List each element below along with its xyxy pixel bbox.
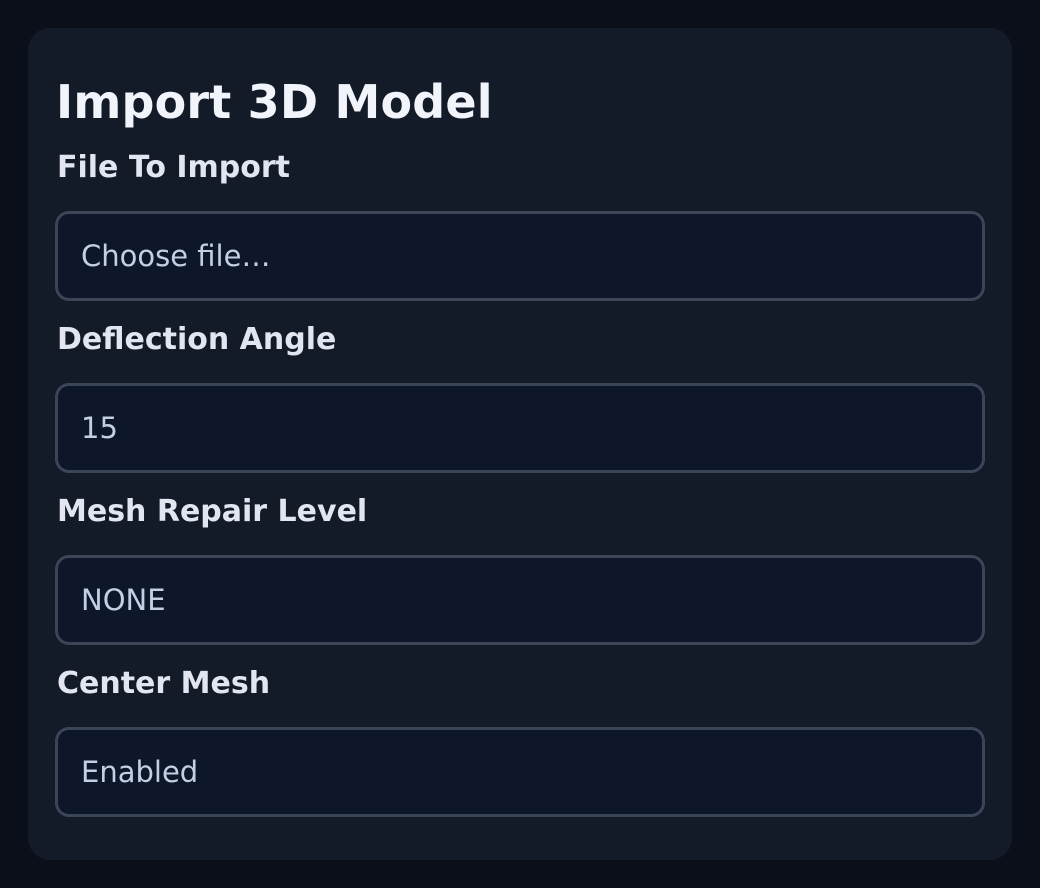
center-mesh-select[interactable]: Enabled xyxy=(55,727,985,817)
dialog-title: Import 3D Model xyxy=(56,75,493,129)
file-to-import-label: File To Import xyxy=(57,150,291,185)
deflection-angle-label: Deflection Angle xyxy=(57,322,337,357)
mesh-repair-level-select[interactable]: NONE xyxy=(55,555,985,645)
import-3d-model-panel: Import 3D Model File To Import Choose fi… xyxy=(28,28,1012,860)
deflection-angle-input[interactable]: 15 xyxy=(55,383,985,473)
file-to-import-picker[interactable]: Choose file… xyxy=(55,211,985,301)
mesh-repair-level-label: Mesh Repair Level xyxy=(57,494,368,529)
center-mesh-label: Center Mesh xyxy=(57,666,271,701)
